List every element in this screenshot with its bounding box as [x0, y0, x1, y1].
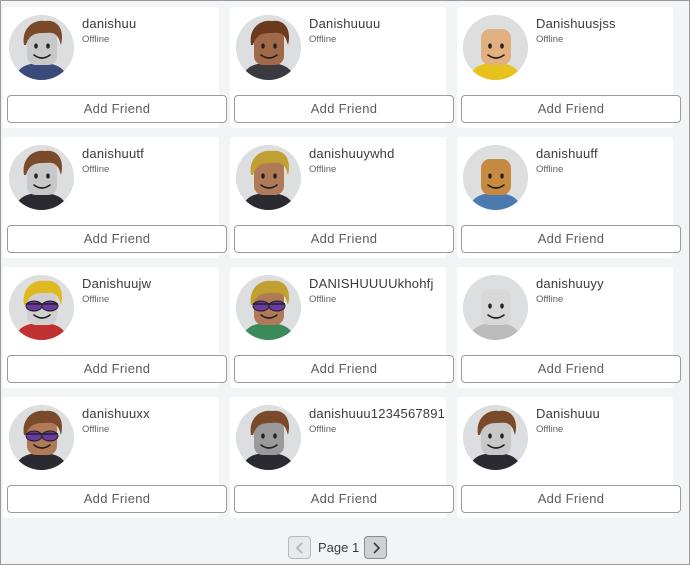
page-indicator: Page 1 [318, 540, 360, 555]
username[interactable]: Danishuujw [82, 276, 151, 291]
add-friend-button[interactable]: Add Friend [234, 485, 454, 513]
friend-card: Danishuusjss Offline Add Friend [457, 7, 681, 128]
friend-card: Danishuujw Offline Add Friend [3, 267, 227, 388]
username[interactable]: danishuu [82, 16, 136, 31]
presence-status: Offline [82, 424, 110, 435]
chevron-left-icon [295, 541, 303, 554]
pagination: Page 1 [288, 536, 388, 559]
friend-card: danishuuywhd Offline Add Friend [230, 137, 454, 258]
presence-status: Offline [82, 164, 110, 175]
username[interactable]: danishuuyy [536, 276, 604, 291]
presence-status: Offline [536, 424, 564, 435]
friend-card: danishuu Offline Add Friend [3, 7, 227, 128]
username[interactable]: Danishuusjss [536, 16, 616, 31]
friend-card: danishuutf Offline Add Friend [3, 137, 227, 258]
avatar[interactable] [463, 15, 528, 80]
friend-card: danishuuu1234567891 Offline Add Friend [230, 397, 454, 518]
avatar[interactable] [9, 15, 74, 80]
friend-card: DANISHUUUUkhohfj Offline Add Friend [230, 267, 454, 388]
friend-card: danishuuxx Offline Add Friend [3, 397, 227, 518]
presence-status: Offline [309, 294, 337, 305]
avatar[interactable] [9, 145, 74, 210]
avatar[interactable] [236, 15, 301, 80]
username[interactable]: danishuuywhd [309, 146, 395, 161]
avatar[interactable] [236, 275, 301, 340]
username[interactable]: danishuuff [536, 146, 598, 161]
add-friend-button[interactable]: Add Friend [461, 355, 681, 383]
username[interactable]: DANISHUUUUkhohfj [309, 276, 434, 291]
username[interactable]: danishuutf [82, 146, 144, 161]
username[interactable]: danishuuu1234567891 [309, 406, 445, 421]
presence-status: Offline [309, 424, 337, 435]
avatar[interactable] [236, 145, 301, 210]
username[interactable]: Danishuuuu [309, 16, 380, 31]
friend-card: Danishuuuu Offline Add Friend [230, 7, 454, 128]
presence-status: Offline [82, 294, 110, 305]
presence-status: Offline [536, 164, 564, 175]
add-friend-button[interactable]: Add Friend [7, 225, 227, 253]
add-friend-button[interactable]: Add Friend [234, 95, 454, 123]
presence-status: Offline [536, 34, 564, 45]
next-page-button[interactable] [364, 536, 388, 559]
username[interactable]: danishuuxx [82, 406, 150, 421]
avatar[interactable] [9, 275, 74, 340]
add-friend-button[interactable]: Add Friend [234, 355, 454, 383]
add-friend-button[interactable]: Add Friend [461, 95, 681, 123]
friends-grid: danishuu Offline Add Friend Danishuuuu O… [3, 7, 687, 518]
presence-status: Offline [309, 164, 337, 175]
previous-page-button[interactable] [288, 536, 311, 559]
add-friend-button[interactable]: Add Friend [7, 95, 227, 123]
avatar[interactable] [463, 275, 528, 340]
chevron-right-icon [373, 541, 380, 554]
add-friend-button[interactable]: Add Friend [7, 485, 227, 513]
add-friend-button[interactable]: Add Friend [234, 225, 454, 253]
friend-card: Danishuuu Offline Add Friend [457, 397, 681, 518]
username[interactable]: Danishuuu [536, 406, 600, 421]
avatar[interactable] [463, 405, 528, 470]
avatar[interactable] [9, 405, 74, 470]
add-friend-button[interactable]: Add Friend [7, 355, 227, 383]
friend-card: danishuuyy Offline Add Friend [457, 267, 681, 388]
add-friend-button[interactable]: Add Friend [461, 225, 681, 253]
add-friend-button[interactable]: Add Friend [461, 485, 681, 513]
presence-status: Offline [309, 34, 337, 45]
avatar[interactable] [463, 145, 528, 210]
friends-panel: danishuu Offline Add Friend Danishuuuu O… [0, 0, 690, 565]
friend-card: danishuuff Offline Add Friend [457, 137, 681, 258]
avatar[interactable] [236, 405, 301, 470]
presence-status: Offline [536, 294, 564, 305]
presence-status: Offline [82, 34, 110, 45]
